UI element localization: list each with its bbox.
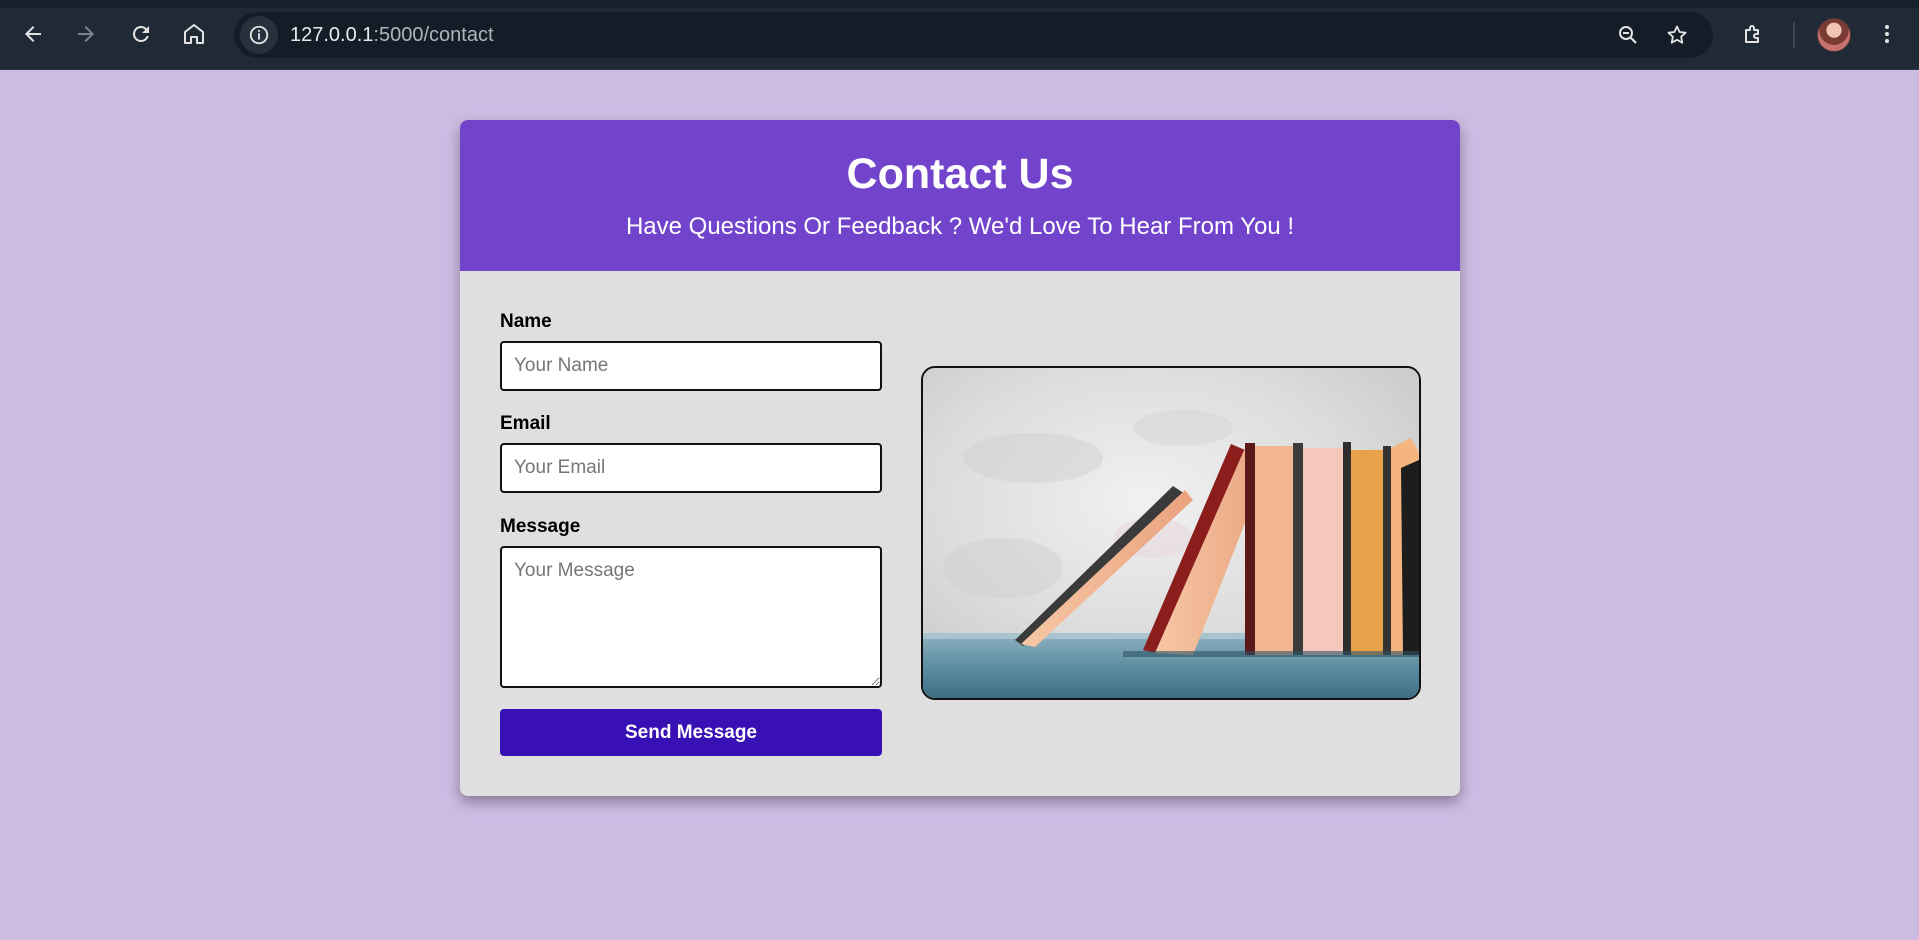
menu-button[interactable] bbox=[1868, 15, 1906, 53]
url-path: :5000/contact bbox=[373, 24, 494, 46]
profile-avatar[interactable] bbox=[1817, 18, 1851, 52]
bookmark-button[interactable] bbox=[1658, 16, 1696, 54]
site-info-icon bbox=[249, 25, 269, 45]
tab-strip bbox=[0, 0, 1919, 8]
address-bar[interactable]: 127.0.0.1:5000/contact bbox=[234, 12, 1713, 58]
name-label: Name bbox=[500, 311, 552, 332]
send-message-button[interactable]: Send Message bbox=[500, 709, 882, 756]
reload-button[interactable] bbox=[122, 15, 160, 53]
toolbar-divider bbox=[1793, 22, 1795, 48]
card-header: Contact Us Have Questions Or Feedback ? … bbox=[460, 120, 1460, 271]
url-text[interactable]: 127.0.0.1:5000/contact bbox=[290, 24, 494, 47]
home-icon bbox=[184, 24, 204, 44]
books-illustration bbox=[923, 368, 1419, 698]
site-info-button[interactable] bbox=[240, 16, 278, 54]
forward-button[interactable] bbox=[67, 15, 105, 53]
message-textarea[interactable] bbox=[500, 546, 882, 688]
zoom-button[interactable] bbox=[1609, 16, 1647, 54]
url-host: 127.0.0.1 bbox=[290, 24, 374, 46]
back-button[interactable] bbox=[14, 15, 52, 53]
message-label: Message bbox=[500, 516, 581, 537]
back-arrow-icon bbox=[25, 26, 41, 42]
contact-card: Contact Us Have Questions Or Feedback ? … bbox=[460, 120, 1460, 796]
email-input[interactable] bbox=[500, 443, 882, 493]
name-input[interactable] bbox=[500, 341, 882, 391]
bookmark-star-icon bbox=[1667, 25, 1687, 44]
extensions-icon bbox=[1745, 25, 1759, 43]
reload-icon bbox=[132, 25, 149, 42]
extensions-button[interactable] bbox=[1734, 15, 1772, 53]
books-image bbox=[921, 366, 1421, 700]
page-title: Contact Us bbox=[846, 150, 1074, 198]
menu-kebab-icon bbox=[1885, 25, 1889, 43]
browser-toolbar: 127.0.0.1:5000/contact bbox=[0, 0, 1919, 70]
page-subtitle: Have Questions Or Feedback ? We'd Love T… bbox=[625, 213, 1295, 240]
home-button[interactable] bbox=[175, 15, 213, 53]
zoom-icon bbox=[1619, 26, 1637, 44]
forward-arrow-icon bbox=[78, 26, 94, 42]
email-label: Email bbox=[500, 413, 551, 434]
